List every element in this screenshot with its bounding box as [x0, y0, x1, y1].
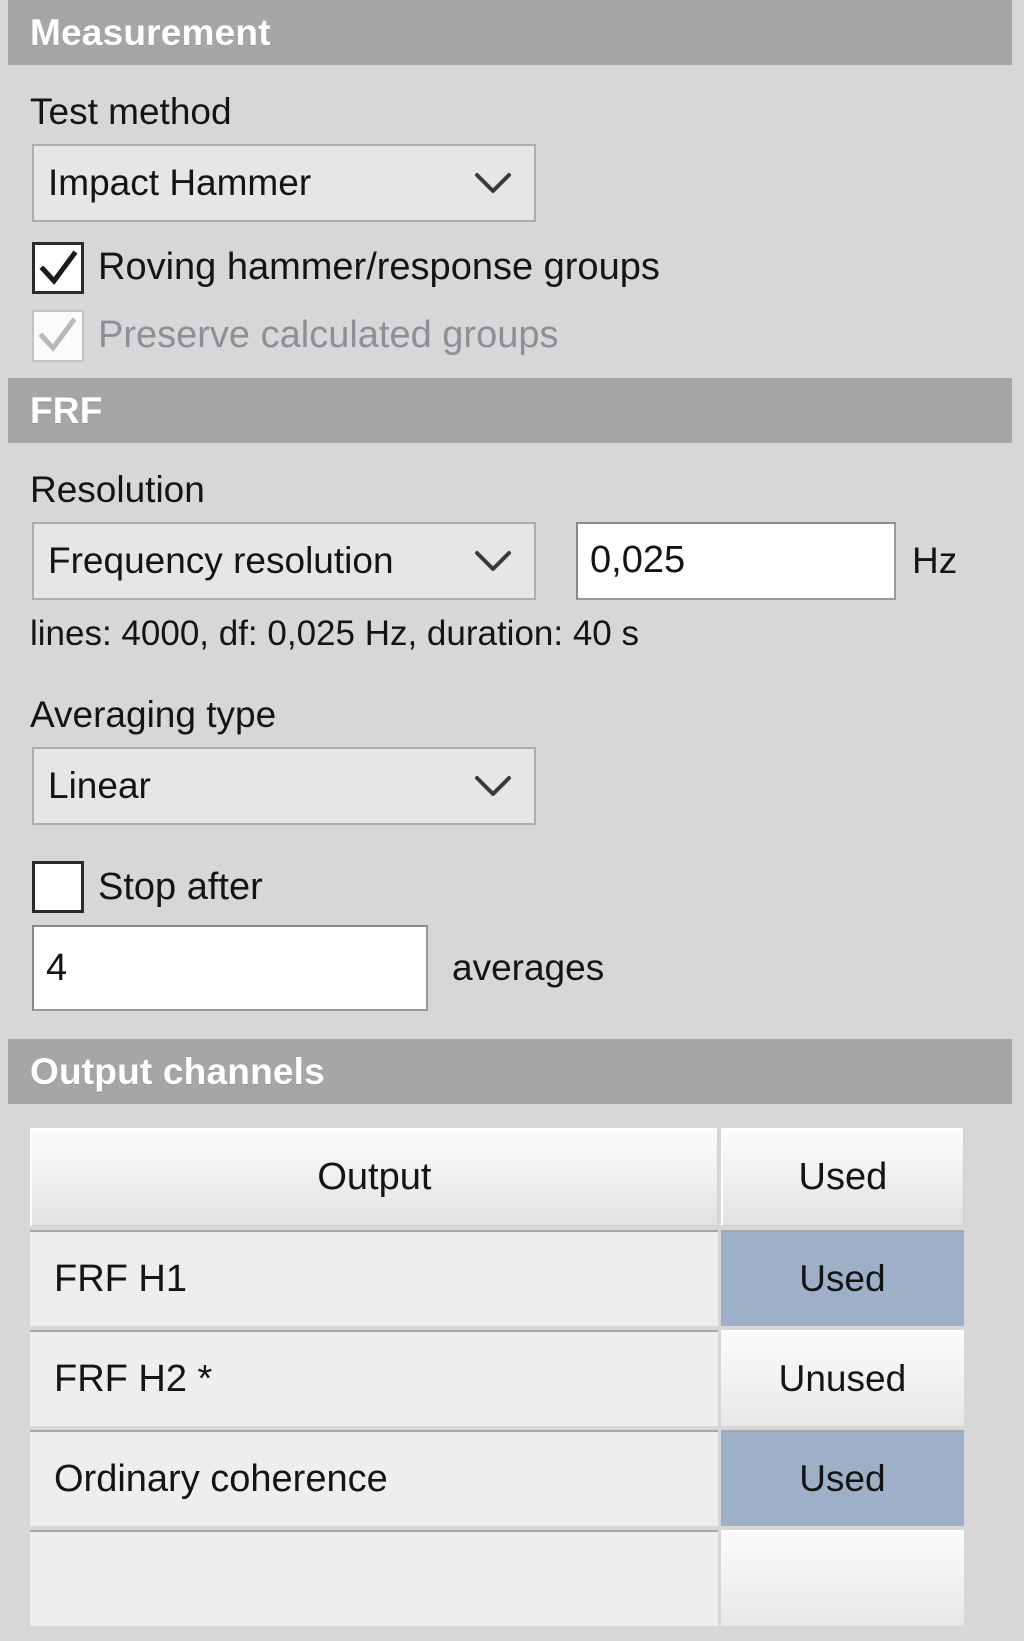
- resolution-unit-label: Hz: [912, 539, 958, 581]
- averaging-type-dropdown[interactable]: Linear: [32, 747, 536, 826]
- cell-output-name: FRF H1: [30, 1230, 718, 1327]
- stop-after-checkbox-row[interactable]: Stop after: [8, 861, 1012, 914]
- section-header-frf: FRF: [8, 377, 1012, 443]
- roving-hammer-checkbox-label: Roving hammer/response groups: [98, 246, 660, 289]
- chevron-down-icon: [470, 144, 516, 222]
- preserve-groups-checkbox-label: Preserve calculated groups: [98, 314, 559, 357]
- stop-after-checkbox[interactable]: [32, 861, 84, 914]
- column-header-output[interactable]: Output: [30, 1128, 718, 1227]
- output-channels-table: Output Used FRF H1 Used FRF H2 * Unused …: [30, 1128, 964, 1627]
- table-row-partial[interactable]: [30, 1530, 964, 1627]
- resolution-value-text: 0,025: [590, 539, 686, 582]
- cell-used-status[interactable]: Unused: [720, 1330, 964, 1427]
- section-header-measurement: Measurement: [8, 0, 1012, 65]
- roving-hammer-checkbox[interactable]: [32, 241, 84, 294]
- resolution-helper-text: lines: 4000, df: 0,025 Hz, duration: 40 …: [30, 613, 639, 653]
- test-method-label: Test method: [30, 91, 232, 132]
- averaging-type-label: Averaging type: [30, 694, 277, 736]
- cell-output-name: Ordinary coherence: [30, 1430, 718, 1527]
- table-row[interactable]: FRF H2 * Unused: [30, 1330, 964, 1427]
- resolution-label: Resolution: [30, 468, 205, 510]
- section-header-output-channels: Output channels: [8, 1039, 1012, 1105]
- preserve-groups-checkbox-row: Preserve calculated groups: [8, 309, 1012, 362]
- resolution-mode-value: Frequency resolution: [48, 539, 394, 581]
- stop-after-checkbox-label: Stop after: [98, 865, 263, 908]
- averages-count-input[interactable]: 4: [32, 925, 428, 1012]
- column-header-used[interactable]: Used: [720, 1128, 964, 1227]
- chevron-down-icon: [470, 522, 516, 600]
- preserve-groups-checkbox: [32, 309, 84, 362]
- measurement-settings-panel: Measurement Test method Impact Hammer Ro…: [0, 0, 1024, 1641]
- cell-used-status[interactable]: Used: [720, 1230, 964, 1327]
- cell-used-status[interactable]: Used: [720, 1430, 964, 1527]
- averaging-type-value: Linear: [48, 765, 151, 807]
- chevron-down-icon: [470, 747, 516, 825]
- test-method-value: Impact Hammer: [48, 161, 312, 203]
- cell-used-status[interactable]: [720, 1530, 964, 1627]
- averages-count-value: 4: [46, 946, 68, 989]
- cell-output-name: FRF H2 *: [30, 1330, 718, 1427]
- resolution-value-input[interactable]: 0,025: [576, 521, 896, 600]
- test-method-dropdown[interactable]: Impact Hammer: [32, 143, 536, 222]
- averages-unit-label: averages: [452, 947, 605, 989]
- table-header-row: Output Used: [30, 1128, 964, 1227]
- resolution-mode-dropdown[interactable]: Frequency resolution: [32, 521, 536, 600]
- cell-output-name: [30, 1530, 718, 1627]
- table-row[interactable]: Ordinary coherence Used: [30, 1430, 964, 1527]
- roving-hammer-checkbox-row[interactable]: Roving hammer/response groups: [8, 241, 1012, 294]
- table-row[interactable]: FRF H1 Used: [30, 1230, 964, 1327]
